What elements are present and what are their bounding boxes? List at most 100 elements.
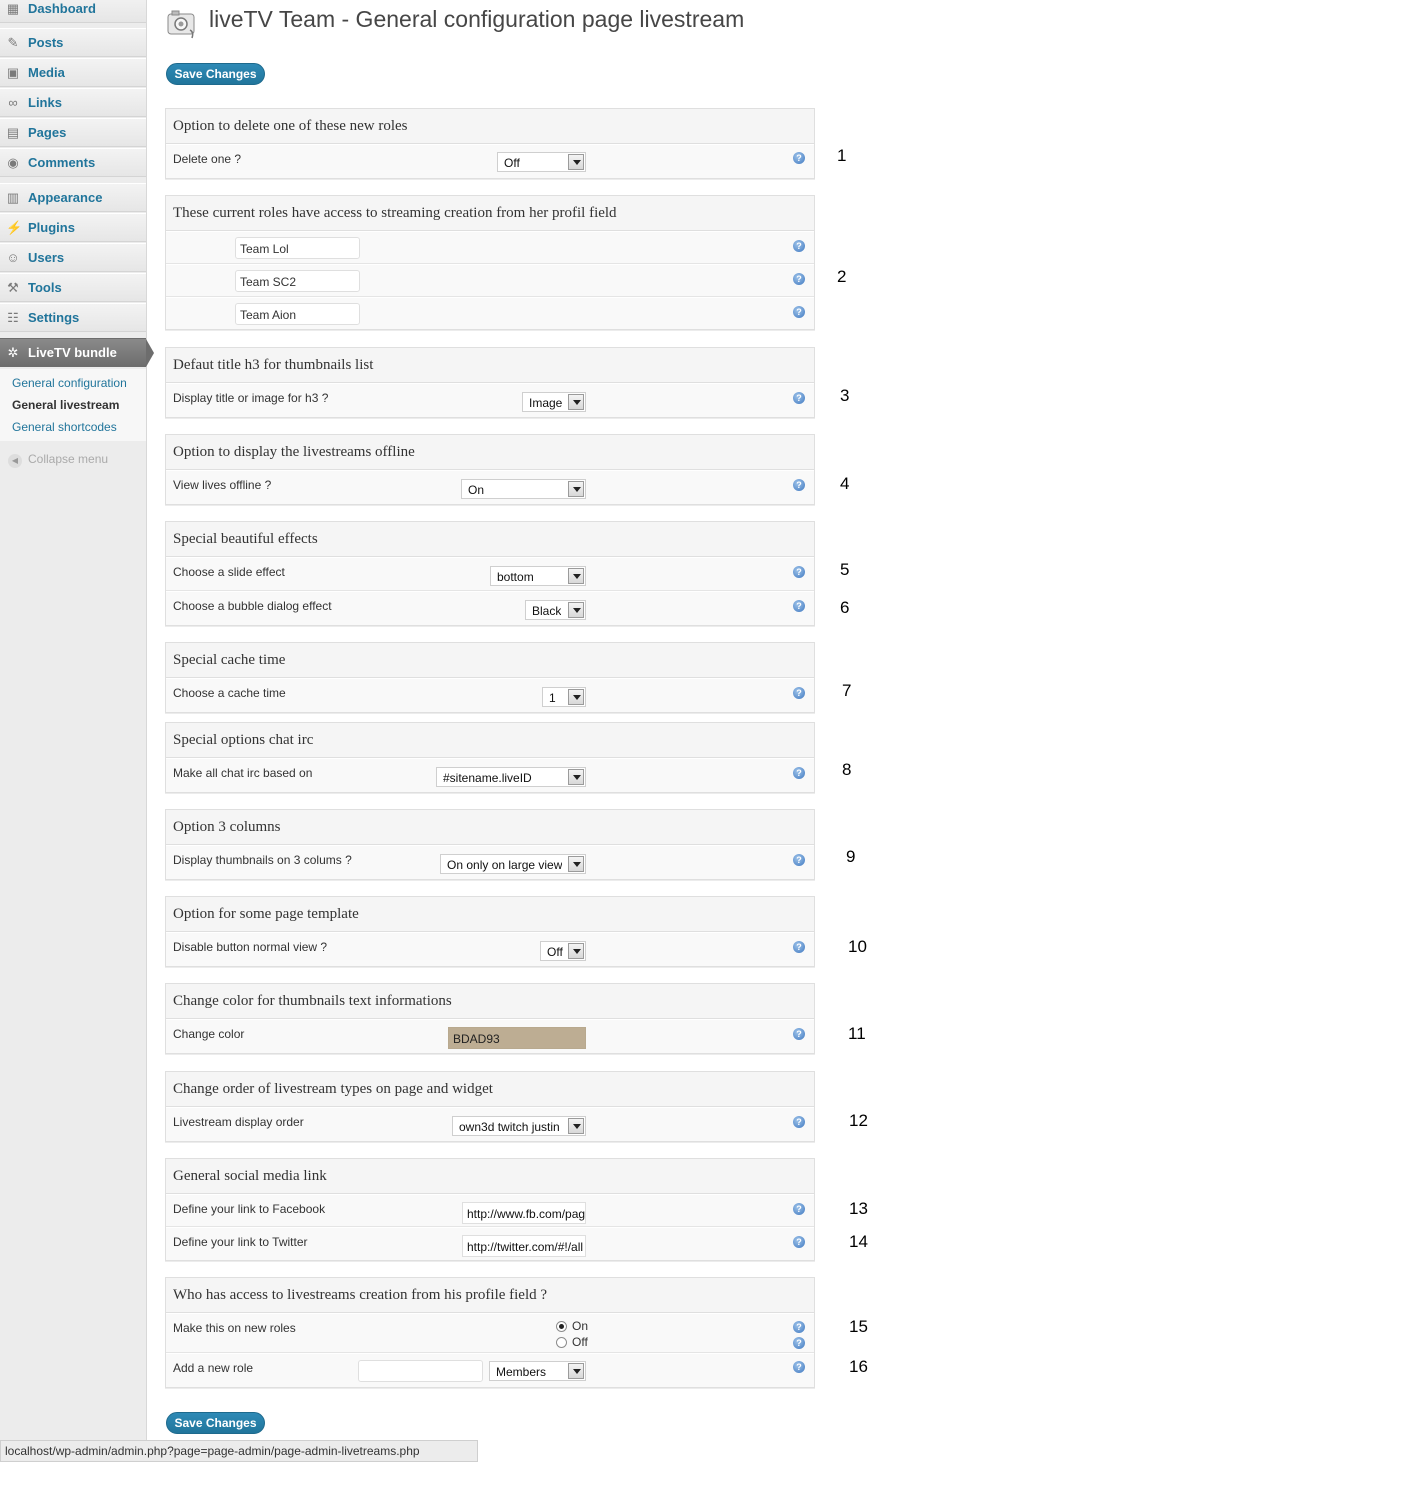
help-icon[interactable]: ? xyxy=(793,1361,805,1373)
menu-settings[interactable]: ☷ Settings xyxy=(0,303,146,332)
role-name-input[interactable]: Team Aion xyxy=(235,303,360,325)
menu-comments[interactable]: ◉ Comments xyxy=(0,148,146,177)
menu-livetv-bundle[interactable]: ✲ LiveTV bundle xyxy=(0,338,154,367)
annotation-number: 16 xyxy=(849,1357,868,1376)
collapse-menu-button[interactable]: ◀ Collapse menu xyxy=(8,452,108,468)
pages-icon: ▤ xyxy=(6,125,20,140)
menu-dashboard[interactable]: ▦ Dashboard xyxy=(0,0,146,23)
help-icon[interactable]: ? xyxy=(793,854,805,866)
section-text-color: Change color for thumbnails text informa… xyxy=(165,983,815,1054)
menu-media[interactable]: ▣ Media xyxy=(0,58,146,87)
chevron-down-icon xyxy=(568,154,584,170)
chevron-down-icon xyxy=(568,1363,584,1379)
gear-icon: ✲ xyxy=(7,345,19,360)
chevron-down-icon xyxy=(568,394,584,410)
help-icon[interactable]: ? xyxy=(793,600,805,612)
role-row: Team Lol ? xyxy=(166,231,814,264)
submenu-general-shortcodes[interactable]: General shortcodes xyxy=(12,420,117,434)
menu-posts[interactable]: ✎ Posts xyxy=(0,28,146,57)
setting-row: Make all chat irc based on #sitename.liv… xyxy=(166,758,814,792)
admin-sidebar: ▦ Dashboard ✎ Posts ▣ Media ∞ Links ▤ Pa… xyxy=(0,0,154,1440)
save-changes-button-bottom[interactable]: Save Changes xyxy=(166,1412,265,1434)
menu-tools[interactable]: ⚒ Tools xyxy=(0,273,146,302)
help-icon[interactable]: ? xyxy=(793,392,805,404)
menu-pages[interactable]: ▤ Pages xyxy=(0,118,146,147)
radio-on[interactable] xyxy=(556,1321,567,1332)
section-title: General social media link xyxy=(166,1159,814,1194)
chevron-down-icon xyxy=(568,769,584,785)
annotation-number: 11 xyxy=(848,1024,866,1043)
chevron-down-icon xyxy=(568,602,584,618)
tools-icon: ⚒ xyxy=(7,280,19,295)
section-title: Special options chat irc xyxy=(166,723,814,758)
view-offline-select[interactable]: On xyxy=(461,479,586,499)
comment-icon: ◉ xyxy=(7,155,19,170)
cache-time-select[interactable]: 1 xyxy=(542,687,586,707)
help-icon[interactable]: ? xyxy=(793,1116,805,1128)
bubble-effect-select[interactable]: Black xyxy=(525,600,586,620)
twitter-link-input[interactable]: http://twitter.com/#!/all xyxy=(462,1235,586,1257)
menu-links[interactable]: ∞ Links xyxy=(0,88,146,117)
browser-status-bar: localhost/wp-admin/admin.php?page=page-a… xyxy=(0,1440,478,1462)
page-title: liveTV Team - General configuration page… xyxy=(209,6,745,32)
help-icon[interactable]: ? xyxy=(793,1203,805,1215)
facebook-link-input[interactable]: http://www.fb.com/pag xyxy=(462,1202,586,1224)
help-icon[interactable]: ? xyxy=(793,687,805,699)
role-type-select[interactable]: Members xyxy=(489,1361,586,1381)
three-columns-select[interactable]: On only on large view xyxy=(440,854,586,874)
setting-row: Choose a slide effect bottom ? xyxy=(166,557,814,591)
role-name-input[interactable]: Team Lol xyxy=(235,237,360,259)
help-icon[interactable]: ? xyxy=(793,1337,805,1349)
current-menu-arrow xyxy=(146,339,154,367)
settings-icon: ☷ xyxy=(7,310,19,325)
setting-row: Disable button normal view ? Off ? xyxy=(166,932,814,966)
annotation-number: 9 xyxy=(846,847,856,866)
chat-irc-select[interactable]: #sitename.liveID xyxy=(436,767,586,787)
pin-icon: ✎ xyxy=(7,35,19,50)
help-icon[interactable]: ? xyxy=(793,152,805,164)
help-icon[interactable]: ? xyxy=(793,767,805,779)
annotation-number: 3 xyxy=(840,386,850,405)
help-icon[interactable]: ? xyxy=(793,941,805,953)
section-social-links: General social media link Define your li… xyxy=(165,1158,815,1261)
slide-effect-select[interactable]: bottom xyxy=(490,566,586,586)
annotation-number: 7 xyxy=(842,681,852,700)
delete-one-select[interactable]: Off xyxy=(497,152,586,172)
menu-users[interactable]: ☺ Users xyxy=(0,243,146,272)
help-icon[interactable]: ? xyxy=(793,479,805,491)
save-changes-button-top[interactable]: Save Changes xyxy=(166,63,265,85)
menu-appearance[interactable]: ▥ Appearance xyxy=(0,183,146,212)
color-picker-input[interactable]: BDAD93 xyxy=(448,1027,586,1049)
setting-row: Make this on new roles On Off ? ? xyxy=(166,1313,814,1353)
setting-row: Choose a bubble dialog effect Black ? xyxy=(166,591,814,625)
livetv-submenu: General configuration General livestream… xyxy=(0,369,146,441)
plug-icon: ⚡ xyxy=(6,220,23,235)
setting-row: View lives offline ? On ? xyxy=(166,470,814,504)
role-name-input[interactable]: Team SC2 xyxy=(235,270,360,292)
radio-off[interactable] xyxy=(556,1337,567,1348)
annotation-number: 15 xyxy=(849,1317,868,1336)
page-settings-icon xyxy=(166,8,198,40)
help-icon[interactable]: ? xyxy=(793,1321,805,1333)
annotation-number: 5 xyxy=(840,560,850,579)
help-icon[interactable]: ? xyxy=(793,1028,805,1040)
section-title-h3: Defaut title h3 for thumbnails list Disp… xyxy=(165,347,815,418)
users-icon: ☺ xyxy=(6,250,20,265)
menu-plugins[interactable]: ⚡ Plugins xyxy=(0,213,146,242)
annotation-number: 4 xyxy=(840,474,850,493)
submenu-general-livestream[interactable]: General livestream xyxy=(12,398,119,412)
normal-view-select[interactable]: Off xyxy=(540,941,586,961)
h3-display-select[interactable]: Image xyxy=(522,392,586,412)
new-role-input[interactable] xyxy=(358,1360,483,1382)
help-icon[interactable]: ? xyxy=(793,240,805,252)
chevron-down-icon xyxy=(568,943,584,959)
submenu-general-configuration[interactable]: General configuration xyxy=(12,376,127,390)
display-order-select[interactable]: own3d twitch justin xyxy=(452,1116,586,1136)
annotation-number: 2 xyxy=(837,267,847,286)
help-icon[interactable]: ? xyxy=(793,306,805,318)
help-icon[interactable]: ? xyxy=(793,1236,805,1248)
help-icon[interactable]: ? xyxy=(793,566,805,578)
help-icon[interactable]: ? xyxy=(793,273,805,285)
annotation-number: 10 xyxy=(848,937,867,956)
setting-row: Display title or image for h3 ? Image ? xyxy=(166,383,814,417)
